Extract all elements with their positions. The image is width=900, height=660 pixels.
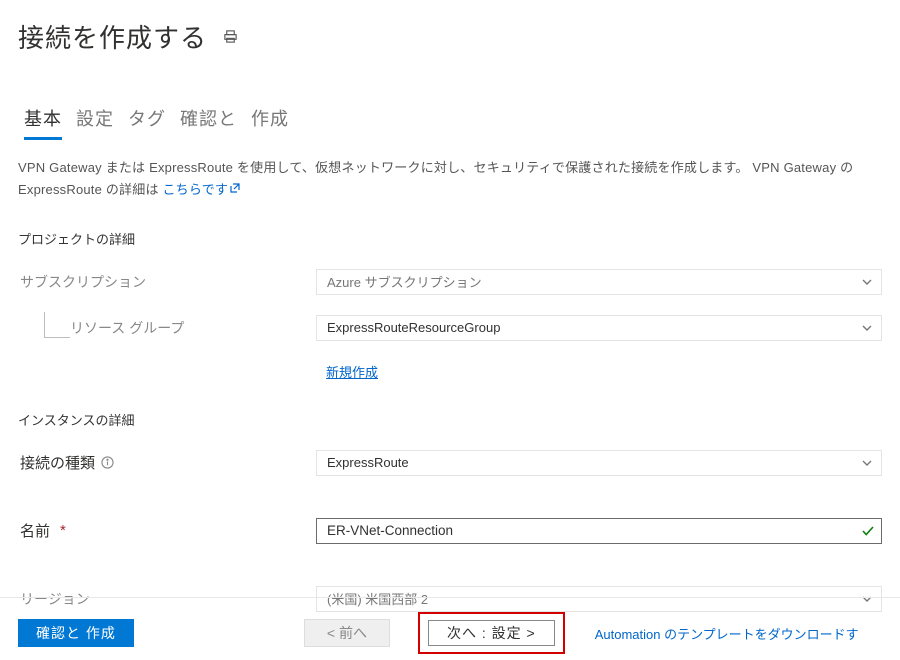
name-input[interactable] xyxy=(327,523,855,538)
description-link[interactable]: こちらです xyxy=(162,182,240,197)
tab-basic[interactable]: 基本 xyxy=(24,105,62,140)
name-label-text: 名前 xyxy=(20,520,50,541)
connection-type-select[interactable]: ExpressRoute xyxy=(316,450,882,476)
subscription-select[interactable]: Azure サブスクリプション xyxy=(316,269,882,295)
name-input-wrap xyxy=(316,518,882,544)
connection-type-value: ExpressRoute xyxy=(327,455,409,470)
name-label: 名前 * xyxy=(18,520,316,541)
tab-review[interactable]: 確認と xyxy=(180,105,237,140)
print-icon[interactable] xyxy=(223,29,238,44)
next-button[interactable]: 次へ : 設定 > xyxy=(428,620,555,646)
next-button-highlight: 次へ : 設定 > xyxy=(418,612,565,654)
project-section-title: プロジェクトの詳細 xyxy=(18,229,882,248)
footer-separator xyxy=(0,597,900,598)
footer-bar: 確認と 作成 < 前へ 次へ : 設定 > Automation のテンプレート… xyxy=(0,606,900,660)
description-link-text: こちらです xyxy=(162,182,228,197)
review-create-button[interactable]: 確認と 作成 xyxy=(18,619,134,647)
automation-template-link[interactable]: Automation のテンプレートをダウンロードす xyxy=(595,624,859,643)
tab-tags[interactable]: タグ xyxy=(128,105,166,140)
previous-button[interactable]: < 前へ xyxy=(304,619,390,647)
check-icon xyxy=(861,524,875,538)
tab-create-suffix: 作成 xyxy=(251,105,289,140)
new-resource-group-link[interactable]: 新規作成 xyxy=(326,362,378,381)
subscription-label: サブスクリプション xyxy=(18,272,316,292)
tabs: 基本 設定 タグ 確認と 作成 xyxy=(18,105,882,140)
description-prefix: VPN Gateway または ExpressRoute を使用して、仮想ネット… xyxy=(18,160,749,175)
connection-type-label-text: 接続の種類 xyxy=(20,452,95,473)
subscription-value: Azure サブスクリプション xyxy=(327,272,482,291)
indent-connector xyxy=(44,312,70,338)
connection-type-label: 接続の種類 xyxy=(18,452,316,473)
chevron-down-icon xyxy=(861,457,873,469)
instance-section-title: インスタンスの詳細 xyxy=(18,410,882,429)
description-text: VPN Gateway または ExpressRoute を使用して、仮想ネット… xyxy=(18,158,882,201)
resource-group-value: ExpressRouteResourceGroup xyxy=(327,320,500,335)
external-link-icon xyxy=(230,179,240,200)
required-asterisk: * xyxy=(60,522,66,539)
resource-group-select[interactable]: ExpressRouteResourceGroup xyxy=(316,315,882,341)
tab-settings[interactable]: 設定 xyxy=(76,105,114,140)
info-icon[interactable] xyxy=(101,456,114,469)
chevron-down-icon xyxy=(861,593,873,605)
page-title: 接続を作成する xyxy=(18,18,207,55)
chevron-down-icon xyxy=(861,276,873,288)
chevron-down-icon xyxy=(861,322,873,334)
